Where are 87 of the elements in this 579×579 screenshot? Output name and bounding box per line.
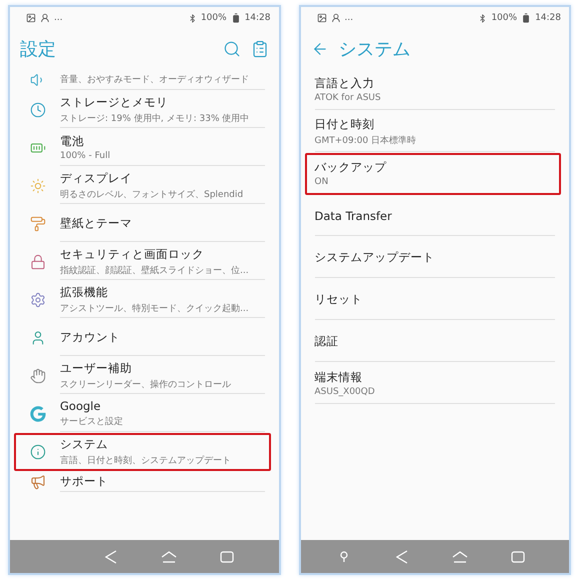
home-icon[interactable] (452, 550, 468, 562)
item-title: 言語と入力 (314, 76, 376, 91)
person-icon (30, 330, 46, 346)
item-subtitle: GMT+09:00 日本標準時 (314, 134, 418, 146)
paint-roller-icon (30, 216, 46, 232)
settings-item[interactable]: ストレージとメモリ ストレージ: 19% 使用中, メモリ: 33% 使用中 (14, 91, 270, 129)
item-subtitle: 100% - Full (60, 151, 112, 161)
item-subtitle: 明るさのレベル、フォントサイズ、Splendid (60, 188, 244, 200)
item-title: アカウント (60, 330, 121, 345)
recents-icon[interactable] (510, 550, 524, 562)
item-subtitle: スクリーンリーダー、操作のコントロール (60, 378, 232, 390)
more-indicator: ... (344, 13, 354, 23)
settings-item[interactable]: ユーザー補助 スクリーンリーダー、操作のコントロール (14, 357, 270, 395)
settings-item[interactable]: 認証 (304, 321, 561, 363)
home-icon[interactable] (161, 550, 177, 562)
settings-item[interactable]: 拡張機能 アシストツール、特別モード、クイック起動... (14, 281, 270, 319)
lock-icon (30, 254, 46, 270)
item-title: 拡張機能 (60, 284, 109, 300)
item-title: 認証 (314, 334, 340, 349)
settings-item[interactable]: 端末情報 ASUS_X00QD (304, 363, 561, 405)
more-indicator: ... (54, 13, 63, 23)
item-title: 壁紙とテーマ (60, 216, 133, 231)
pin-icon[interactable] (340, 550, 348, 562)
item-subtitle: アシストツール、特別モード、クイック起動... (60, 302, 250, 314)
item-title: リセット (314, 292, 364, 307)
item-title: セキュリティと画面ロック (60, 246, 205, 262)
item-title: Google (60, 399, 102, 413)
image-icon (26, 13, 36, 23)
image-icon (316, 13, 326, 23)
settings-item[interactable]: リセット (304, 279, 561, 321)
item-title: ディスプレイ (60, 170, 133, 186)
item-title: 電池 (60, 134, 85, 149)
item-title: サポート (60, 474, 109, 489)
battery-level: 100% (200, 13, 227, 23)
item-subtitle: 指紋認証、顔認証、壁紙スライドショー、位... (60, 264, 250, 276)
settings-item[interactable]: 言語と入力 ATOK for ASUS (304, 69, 561, 111)
battery-icon (230, 13, 241, 23)
search-icon[interactable] (222, 40, 240, 58)
clipboard-icon[interactable] (250, 40, 268, 58)
back-icon[interactable] (105, 550, 117, 564)
google-icon (30, 406, 46, 422)
item-title: 日付と時刻 (314, 116, 376, 132)
settings-item[interactable]: バックアップ ON (304, 153, 561, 195)
settings-item[interactable]: 音量、おやすみモード、オーディオウィザード (14, 69, 270, 91)
gear-icon (30, 292, 46, 308)
info-icon (30, 444, 46, 460)
recents-icon[interactable] (220, 550, 234, 562)
item-subtitle: ATOK for ASUS (314, 93, 382, 103)
settings-item[interactable]: 壁紙とテーマ (14, 205, 270, 243)
settings-item[interactable]: セキュリティと画面ロック 指紋認証、顔認証、壁紙スライドショー、位... (14, 243, 270, 281)
screen-title: 設定 (20, 38, 56, 61)
sun-icon (30, 178, 46, 194)
battery-icon (521, 13, 532, 23)
back-icon[interactable] (396, 550, 408, 564)
person-icon (40, 13, 50, 23)
person-icon (330, 13, 340, 23)
item-subtitle: ASUS_X00QD (314, 387, 376, 397)
item-subtitle: ON (314, 177, 330, 187)
bluetooth-icon (478, 14, 488, 22)
item-title: バックアップ (314, 160, 388, 175)
item-title: ストレージとメモリ (60, 94, 169, 110)
settings-item[interactable]: Data Transfer (304, 195, 561, 237)
screen-title: システム (338, 38, 410, 61)
megaphone-icon (30, 474, 46, 490)
settings-item[interactable]: アカウント (14, 319, 270, 357)
item-subtitle: 音量、おやすみモード、オーディオウィザード (60, 74, 250, 86)
item-title: システムアップデート (314, 250, 436, 265)
settings-item[interactable]: Google サービスと設定 (14, 395, 270, 433)
item-title: ユーザー補助 (60, 360, 133, 376)
settings-item[interactable]: システム 言語、日付と時刻、システムアップデート (14, 433, 270, 471)
item-title: システム (60, 436, 109, 452)
settings-item[interactable]: ディスプレイ 明るさのレベル、フォントサイズ、Splendid (14, 167, 270, 205)
bluetooth-icon (188, 14, 197, 22)
hand-icon (30, 368, 46, 384)
clock-time: 14:28 (244, 13, 270, 23)
item-subtitle: ストレージ: 19% 使用中, メモリ: 33% 使用中 (60, 112, 250, 124)
item-subtitle: サービスと設定 (60, 416, 124, 428)
clock-icon (30, 102, 46, 118)
item-title: Data Transfer (314, 208, 393, 222)
item-title: 端末情報 (314, 370, 364, 385)
settings-item[interactable]: システムアップデート (304, 237, 561, 279)
clock-time: 14:28 (535, 13, 561, 23)
settings-item[interactable]: 電池 100% - Full (14, 129, 270, 167)
item-subtitle: 言語、日付と時刻、システムアップデート (60, 454, 232, 466)
settings-item[interactable]: 日付と時刻 GMT+09:00 日本標準時 (304, 111, 561, 153)
battery-level: 100% (491, 13, 518, 23)
settings-item[interactable]: サポート (14, 471, 270, 493)
